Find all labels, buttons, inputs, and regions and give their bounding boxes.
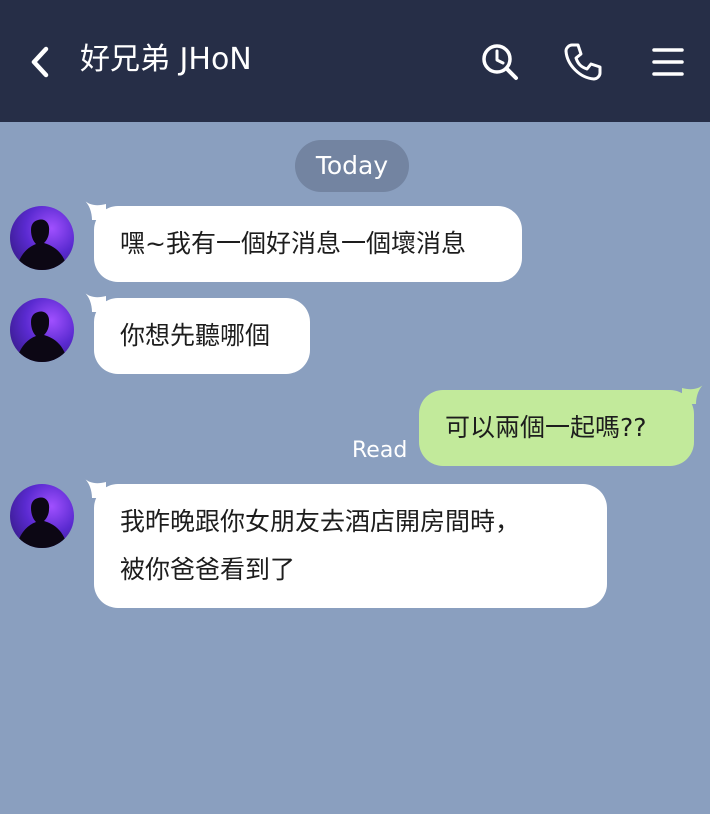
phone-call-icon[interactable] xyxy=(563,42,603,82)
chat-header: 好兄弟 JHoN xyxy=(0,0,710,122)
message-text-line: 我昨晚跟你女朋友去酒店開房間時， xyxy=(120,507,521,536)
contact-avatar[interactable] xyxy=(10,484,74,548)
bubble-tail xyxy=(84,292,106,312)
contact-avatar[interactable] xyxy=(10,206,74,270)
contact-avatar[interactable] xyxy=(10,298,74,362)
message-bubble-incoming[interactable]: 嘿~我有一個好消息一個壞消息 xyxy=(84,200,522,282)
message-bubble-incoming[interactable]: 你想先聽哪個 xyxy=(84,292,310,374)
date-divider: Today xyxy=(295,140,409,192)
bubble-tail xyxy=(84,200,106,220)
back-arrow-icon[interactable] xyxy=(26,44,54,80)
message-text: 嘿~我有一個好消息一個壞消息 xyxy=(120,229,466,258)
message-text: 可以兩個一起嗎?? xyxy=(445,413,647,442)
hamburger-menu-icon[interactable] xyxy=(648,42,688,82)
bubble-tail xyxy=(682,384,704,404)
search-icon[interactable] xyxy=(480,42,520,82)
message-text-line: 被你爸爸看到了 xyxy=(120,555,296,584)
message-bubble-incoming[interactable]: 我昨晚跟你女朋友去酒店開房間時， 被你爸爸看到了 xyxy=(84,478,607,608)
message-bubble-outgoing[interactable]: 可以兩個一起嗎?? xyxy=(419,384,704,466)
bubble-tail xyxy=(84,478,106,498)
read-receipt: Read xyxy=(352,438,408,463)
message-text: 你想先聽哪個 xyxy=(120,321,271,350)
chat-title: 好兄弟 JHoN xyxy=(80,42,252,77)
